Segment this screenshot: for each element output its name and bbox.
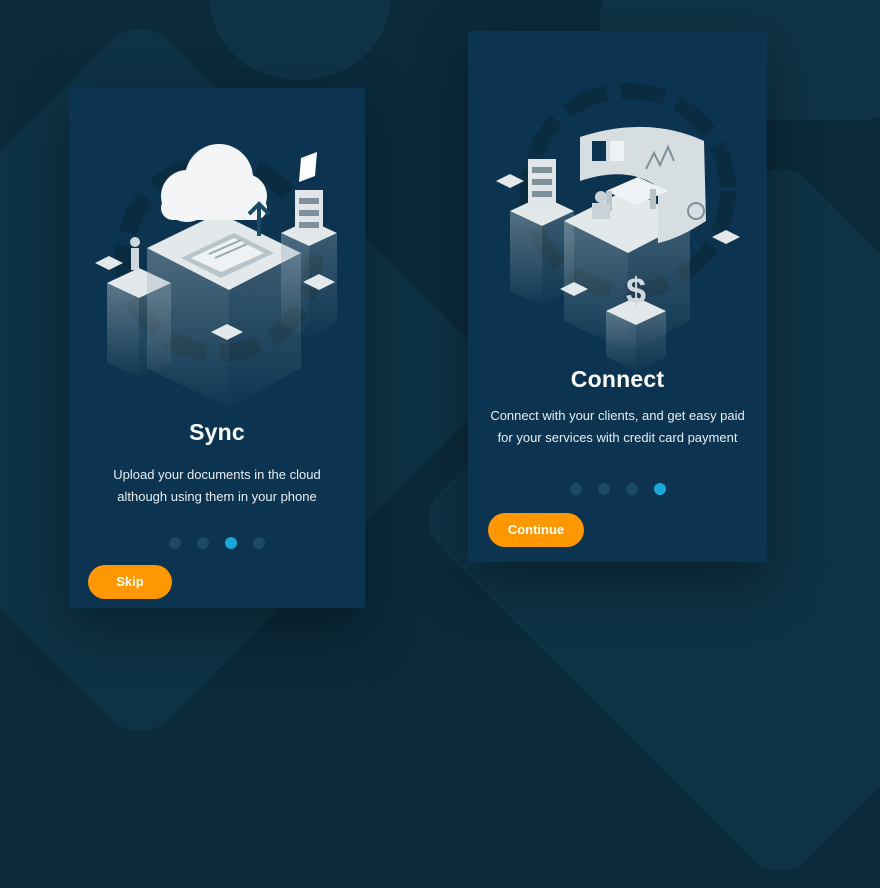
page-dot-2[interactable] (197, 537, 209, 549)
description-line: Connect with your clients, and get easy … (490, 408, 745, 423)
screen-description: Upload your documents in the cloud altho… (79, 464, 355, 508)
page-dot-4[interactable] (253, 537, 265, 549)
page-dot-2[interactable] (597, 483, 610, 495)
page-indicator (468, 483, 767, 495)
description-line: although using them in your phone (117, 489, 317, 504)
background-shape (210, 0, 390, 80)
office-connect-illustration-icon: $ (496, 83, 740, 371)
cloud-sync-illustration-icon (95, 144, 337, 408)
page-dot-1[interactable] (569, 483, 582, 495)
screen-title: Sync (189, 419, 245, 445)
description-line: Upload your documents in the cloud (113, 467, 321, 482)
screen-title: Connect (570, 366, 665, 392)
continue-button[interactable]: Continue (488, 513, 584, 547)
svg-text:$: $ (626, 270, 646, 311)
onboarding-card-connect: $ Connect Connect with your clients, and… (468, 31, 767, 562)
page-dot-1[interactable] (169, 537, 181, 549)
screen-description: Connect with your clients, and get easy … (478, 405, 757, 449)
page-indicator (69, 537, 365, 549)
page-dot-3[interactable] (625, 483, 638, 495)
skip-button[interactable]: Skip (88, 565, 172, 599)
page-dot-3[interactable] (225, 537, 237, 549)
onboarding-card-sync: Sync Upload your documents in the cloud … (69, 88, 365, 608)
description-line: for your services with credit card payme… (497, 430, 738, 445)
page-dot-4[interactable] (653, 483, 666, 495)
